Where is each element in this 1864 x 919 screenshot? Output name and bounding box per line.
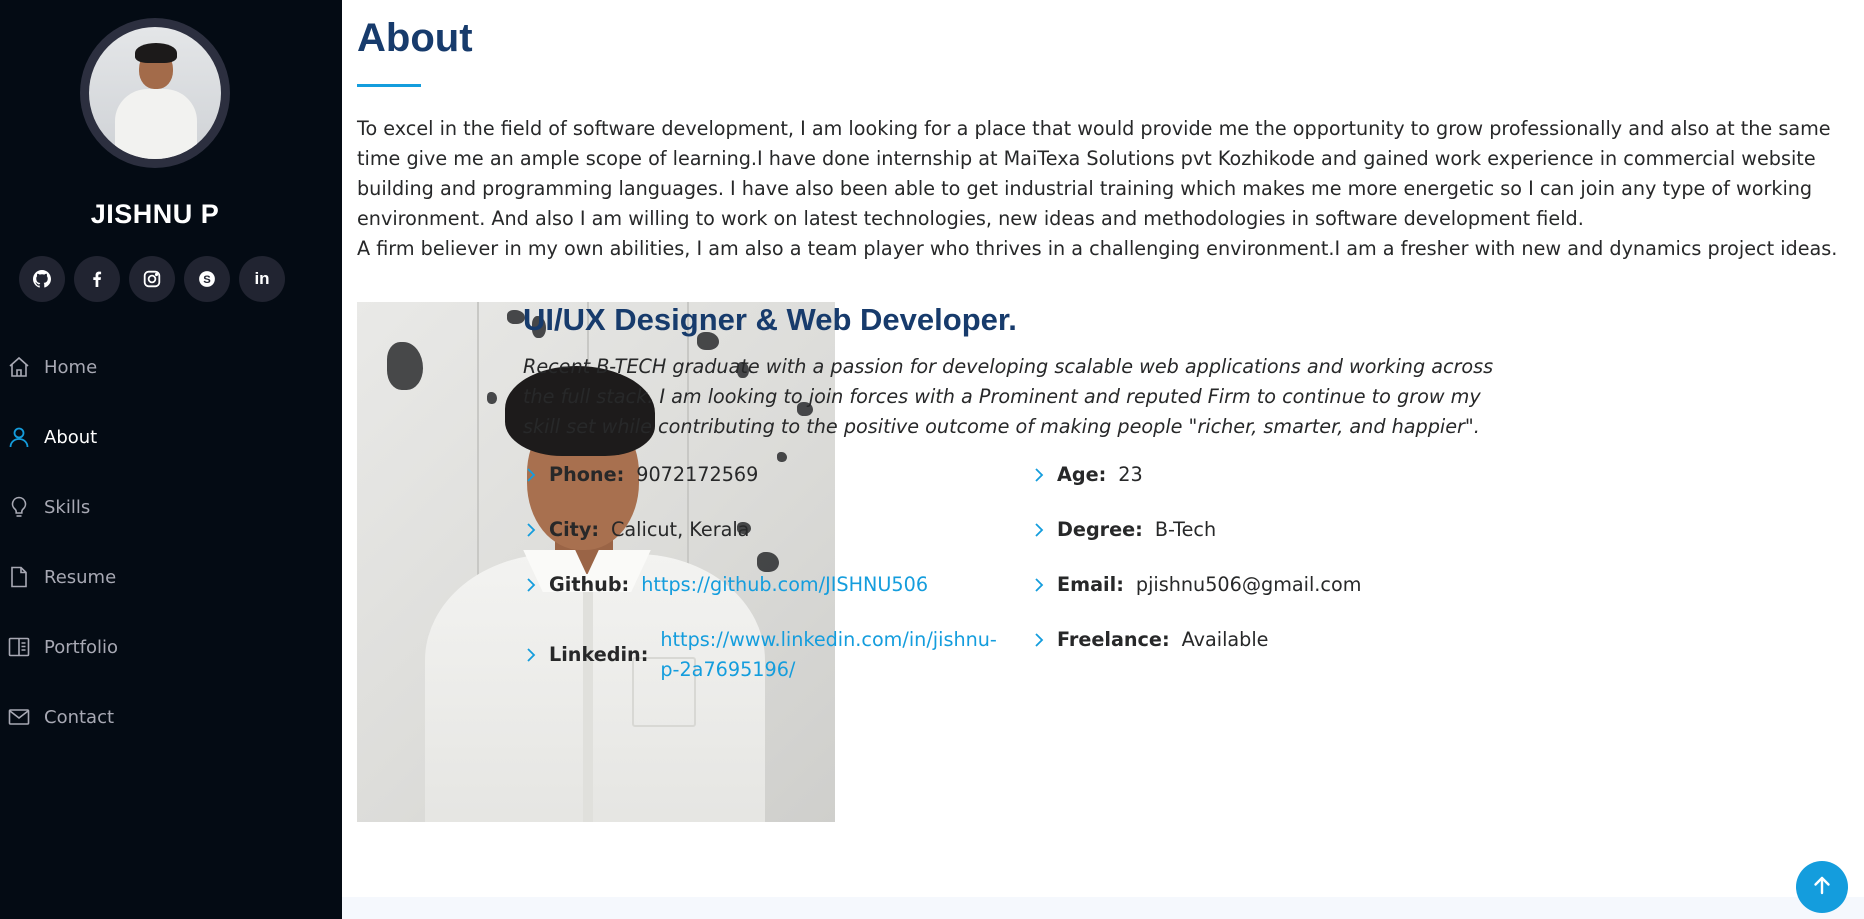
info-label: Phone: <box>549 463 625 486</box>
profile-avatar <box>80 18 230 168</box>
chevron-right-icon <box>523 625 549 685</box>
info-phone: Phone: 9072172569 <box>523 460 758 490</box>
info-label: Degree: <box>1057 518 1143 541</box>
sidebar: JISHNU P S in Home About Skills Resume P… <box>0 0 342 919</box>
back-to-top-button[interactable] <box>1796 861 1848 913</box>
github-url-link[interactable]: https://github.com/JISHNU506 <box>641 570 928 600</box>
book-icon <box>6 634 32 660</box>
age-value: 23 <box>1118 463 1143 486</box>
nav-label-skills: Skills <box>44 496 91 518</box>
intro-paragraph: To excel in the field of software develo… <box>357 117 1831 230</box>
info-city: City: Calicut, Kerala <box>523 515 749 545</box>
chevron-right-icon <box>523 570 549 600</box>
chevron-right-icon <box>1031 460 1057 490</box>
file-icon <box>6 564 32 590</box>
skype-icon: S <box>198 270 216 288</box>
sidebar-nav: Home About Skills Resume Portfolio Conta… <box>0 332 342 752</box>
chevron-right-icon <box>1031 515 1057 545</box>
role-summary: Recent B-TECH graduate with a passion fo… <box>523 355 1494 438</box>
nav-item-portfolio[interactable]: Portfolio <box>0 612 342 682</box>
nav-item-skills[interactable]: Skills <box>0 472 342 542</box>
nav-label-contact: Contact <box>44 706 115 728</box>
info-label: Freelance: <box>1057 628 1170 651</box>
linkedin-icon: in <box>254 269 270 288</box>
instagram-link[interactable] <box>129 256 175 302</box>
linkedin-url-link[interactable]: https://www.linkedin.com/in/jishnu-p-2a7… <box>660 625 1000 685</box>
info-label: City: <box>549 518 600 541</box>
degree-value: B-Tech <box>1154 518 1217 541</box>
github-icon <box>33 270 51 288</box>
person-icon <box>6 424 32 450</box>
intro-paragraph: A firm believer in my own abilities, I a… <box>357 237 1838 260</box>
email-value: pjishnu506@gmail.com <box>1135 573 1362 596</box>
nav-label-resume: Resume <box>44 566 117 588</box>
info-label: Linkedin: <box>549 643 649 666</box>
about-intro: To excel in the field of software develo… <box>357 114 1857 264</box>
info-github: Github: https://github.com/JISHNU506 <box>523 570 928 600</box>
info-label: Age: <box>1057 463 1107 486</box>
envelope-icon <box>6 704 32 730</box>
chevron-right-icon <box>1031 625 1057 655</box>
info-label: Email: <box>1057 573 1124 596</box>
nav-item-home[interactable]: Home <box>0 332 342 402</box>
title-underline <box>357 84 421 87</box>
arrow-up-icon <box>1810 873 1834 901</box>
city-value: Calicut, Kerala <box>611 518 750 541</box>
info-label: Github: <box>549 573 630 596</box>
chevron-right-icon <box>523 460 549 490</box>
profile-name: JISHNU P <box>90 199 220 229</box>
role-heading: UI/UX Designer & Web Developer. <box>523 302 1017 337</box>
lightbulb-icon <box>6 494 32 520</box>
info-linkedin: Linkedin: https://www.linkedin.com/in/ji… <box>523 625 1003 685</box>
svg-text:S: S <box>203 274 211 286</box>
github-link[interactable] <box>19 256 65 302</box>
nav-label-home: Home <box>44 356 98 378</box>
social-links: S in <box>19 256 285 302</box>
nav-item-resume[interactable]: Resume <box>0 542 342 612</box>
next-section-band <box>342 897 1864 919</box>
section-title: About <box>357 16 473 60</box>
facebook-icon <box>89 271 105 287</box>
facebook-link[interactable] <box>74 256 120 302</box>
info-age: Age: 23 <box>1031 460 1143 490</box>
skype-link[interactable]: S <box>184 256 230 302</box>
freelance-value: Available <box>1181 628 1269 651</box>
home-icon <box>6 354 32 380</box>
phone-value: 9072172569 <box>636 463 759 486</box>
nav-label-about: About <box>44 426 98 448</box>
nav-label-portfolio: Portfolio <box>44 636 119 658</box>
info-freelance: Freelance: Available <box>1031 625 1268 655</box>
chevron-right-icon <box>1031 570 1057 600</box>
instagram-icon <box>143 270 161 288</box>
info-degree: Degree: B-Tech <box>1031 515 1216 545</box>
linkedin-link[interactable]: in <box>239 256 285 302</box>
avatar-photo <box>89 27 221 159</box>
nav-item-contact[interactable]: Contact <box>0 682 342 752</box>
chevron-right-icon <box>523 515 549 545</box>
info-email: Email: pjishnu506@gmail.com <box>1031 570 1361 600</box>
nav-item-about[interactable]: About <box>0 402 342 472</box>
